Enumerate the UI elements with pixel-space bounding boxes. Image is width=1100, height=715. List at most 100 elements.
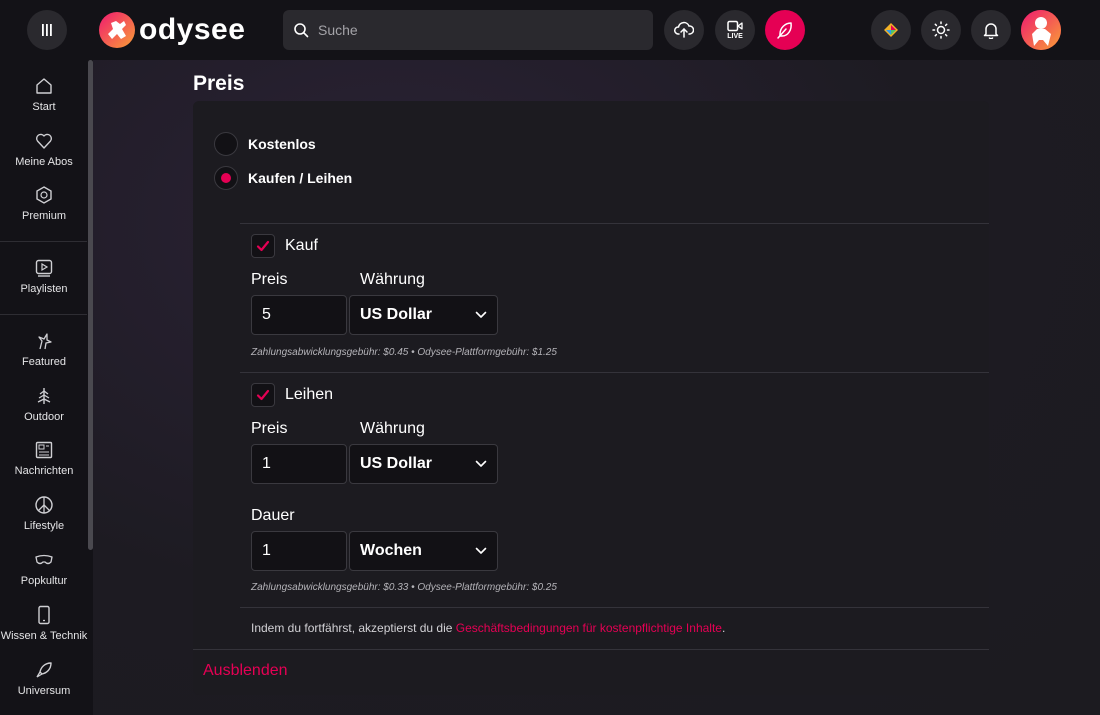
mask-icon	[35, 554, 53, 565]
hide-button[interactable]: Ausblenden	[203, 662, 288, 680]
radio-free[interactable]: Kostenlos	[214, 132, 316, 156]
rent-fee-text: Zahlungsabwicklungsgebühr: $0.33 • Odyse…	[251, 582, 557, 593]
sidebar-item-playlisten[interactable]: Playlisten	[0, 258, 88, 310]
chevron-down-icon	[475, 311, 487, 318]
sidebar-item-label: Outdoor	[24, 411, 64, 423]
sidebar-item-popkultur[interactable]: Popkultur	[0, 550, 88, 602]
purchase-checkbox-row[interactable]: Kauf	[251, 234, 318, 258]
news-icon	[35, 441, 53, 459]
purchase-fee-text: Zahlungsabwicklungsgebühr: $0.45 • Odyse…	[251, 347, 557, 358]
chevron-down-icon	[475, 547, 487, 554]
sidebar-item-featured[interactable]: Featured	[0, 331, 88, 383]
publish-button[interactable]	[765, 10, 805, 50]
radio-free-button[interactable]	[214, 132, 238, 156]
sidebar-item-nachrichten[interactable]: Nachrichten	[0, 440, 88, 492]
sidebar-item-label: Meine Abos	[15, 156, 73, 168]
sidebar-item-label: Start	[32, 101, 56, 113]
peace-icon	[35, 496, 53, 514]
wallet-button[interactable]	[871, 10, 911, 50]
terms-suffix: .	[721, 621, 726, 635]
publish-icon	[777, 22, 792, 39]
purchase-currency-label: Währung	[360, 271, 425, 288]
checkmark-icon	[256, 389, 270, 401]
search-input[interactable]	[318, 22, 638, 38]
sidebar-divider	[0, 241, 87, 242]
upload-button[interactable]	[664, 10, 704, 50]
purchase-price-label: Preis	[251, 271, 288, 288]
rent-currency-select[interactable]: US Dollar	[349, 444, 498, 484]
terms-prefix: Indem du fortfährst, akzeptierst du die	[251, 621, 456, 635]
sidebar-item-label: Universum	[17, 685, 71, 697]
rent-price-input[interactable]	[251, 444, 347, 484]
sidebar-item-meine-abos[interactable]: Meine Abos	[0, 131, 88, 183]
wallet-icon	[884, 23, 898, 37]
divider	[240, 223, 989, 224]
rent-duration-unit-select[interactable]: Wochen	[349, 531, 498, 571]
rocket-icon	[36, 662, 52, 678]
sidebar-item-lifestyle[interactable]: Lifestyle	[0, 495, 88, 547]
purchase-checkbox[interactable]	[251, 234, 275, 258]
sidebar-item-premium[interactable]: Premium	[0, 185, 88, 237]
menu-button[interactable]	[27, 10, 67, 50]
chevron-down-icon	[475, 460, 487, 467]
sidebar-item-label: Wissen & Technik	[0, 630, 88, 642]
avatar[interactable]	[1021, 10, 1061, 50]
purchase-currency-select[interactable]: US Dollar	[349, 295, 498, 335]
sidebar-item-start[interactable]: Start	[0, 76, 88, 128]
sidebar-item-label: Popkultur	[20, 575, 68, 587]
notifications-button[interactable]	[971, 10, 1011, 50]
upload-icon	[674, 21, 694, 38]
sidebar-scrollbar[interactable]	[88, 60, 93, 550]
theme-toggle-button[interactable]	[921, 10, 961, 50]
rent-label: Leihen	[285, 386, 334, 403]
rent-checkbox-row[interactable]: Leihen	[251, 383, 333, 407]
live-icon	[727, 20, 743, 32]
rent-duration-input[interactable]	[251, 531, 347, 571]
terms-text: Indem du fortfährst, akzeptierst du die …	[251, 621, 725, 635]
logo-text: odysee	[139, 13, 246, 46]
sidebar-item-label: Premium	[21, 210, 66, 222]
sidebar-item-label: Nachrichten	[14, 465, 74, 477]
rent-checkbox[interactable]	[251, 383, 275, 407]
playlist-icon	[35, 259, 53, 277]
featured-icon	[38, 333, 52, 350]
sidebar-item-label: Playlisten	[20, 283, 68, 295]
purchase-currency-value: US Dollar	[360, 306, 433, 323]
tree-icon	[37, 388, 51, 404]
divider	[240, 607, 989, 608]
sidebar-divider	[0, 314, 87, 315]
purchase-label: Kauf	[285, 237, 318, 254]
rent-currency-value: US Dollar	[360, 455, 433, 472]
rent-price-label: Preis	[251, 420, 288, 437]
sidebar-item-label: Featured	[21, 356, 67, 368]
heart-icon	[35, 133, 53, 149]
premium-icon	[36, 186, 52, 204]
rent-duration-unit-value: Wochen	[360, 542, 422, 559]
live-label: LIVE	[727, 33, 743, 40]
page-title: Preis	[193, 72, 245, 95]
rent-currency-label: Währung	[360, 420, 425, 437]
sidebar: Start Meine Abos Premium Playlisten Feat…	[0, 60, 93, 715]
bell-icon	[983, 23, 999, 39]
radio-purchase-rent-button[interactable]	[214, 166, 238, 190]
search-icon	[294, 23, 309, 38]
sidebar-item-wissen-technik[interactable]: Wissen & Technik	[0, 605, 88, 657]
odysee-logo[interactable]: odysee	[99, 12, 245, 48]
avatar-spaceman-icon	[1021, 10, 1061, 50]
sidebar-item-outdoor[interactable]: Outdoor	[0, 386, 88, 438]
divider	[193, 649, 989, 650]
sun-icon	[932, 21, 950, 39]
divider	[240, 372, 989, 373]
phone-icon	[38, 605, 50, 625]
search-bar[interactable]	[283, 10, 653, 50]
radio-free-label: Kostenlos	[248, 136, 316, 152]
menu-icon	[42, 24, 52, 36]
purchase-price-input[interactable]	[251, 295, 347, 335]
spaceman-logo-icon	[99, 12, 135, 48]
radio-purchase-rent[interactable]: Kaufen / Leihen	[214, 166, 352, 190]
terms-link[interactable]: Geschäftsbedingungen für kostenpflichtig…	[456, 621, 722, 635]
home-icon	[36, 78, 52, 94]
checkmark-icon	[256, 240, 270, 252]
sidebar-item-universum[interactable]: Universum	[0, 660, 88, 712]
go-live-button[interactable]: LIVE	[715, 10, 755, 50]
